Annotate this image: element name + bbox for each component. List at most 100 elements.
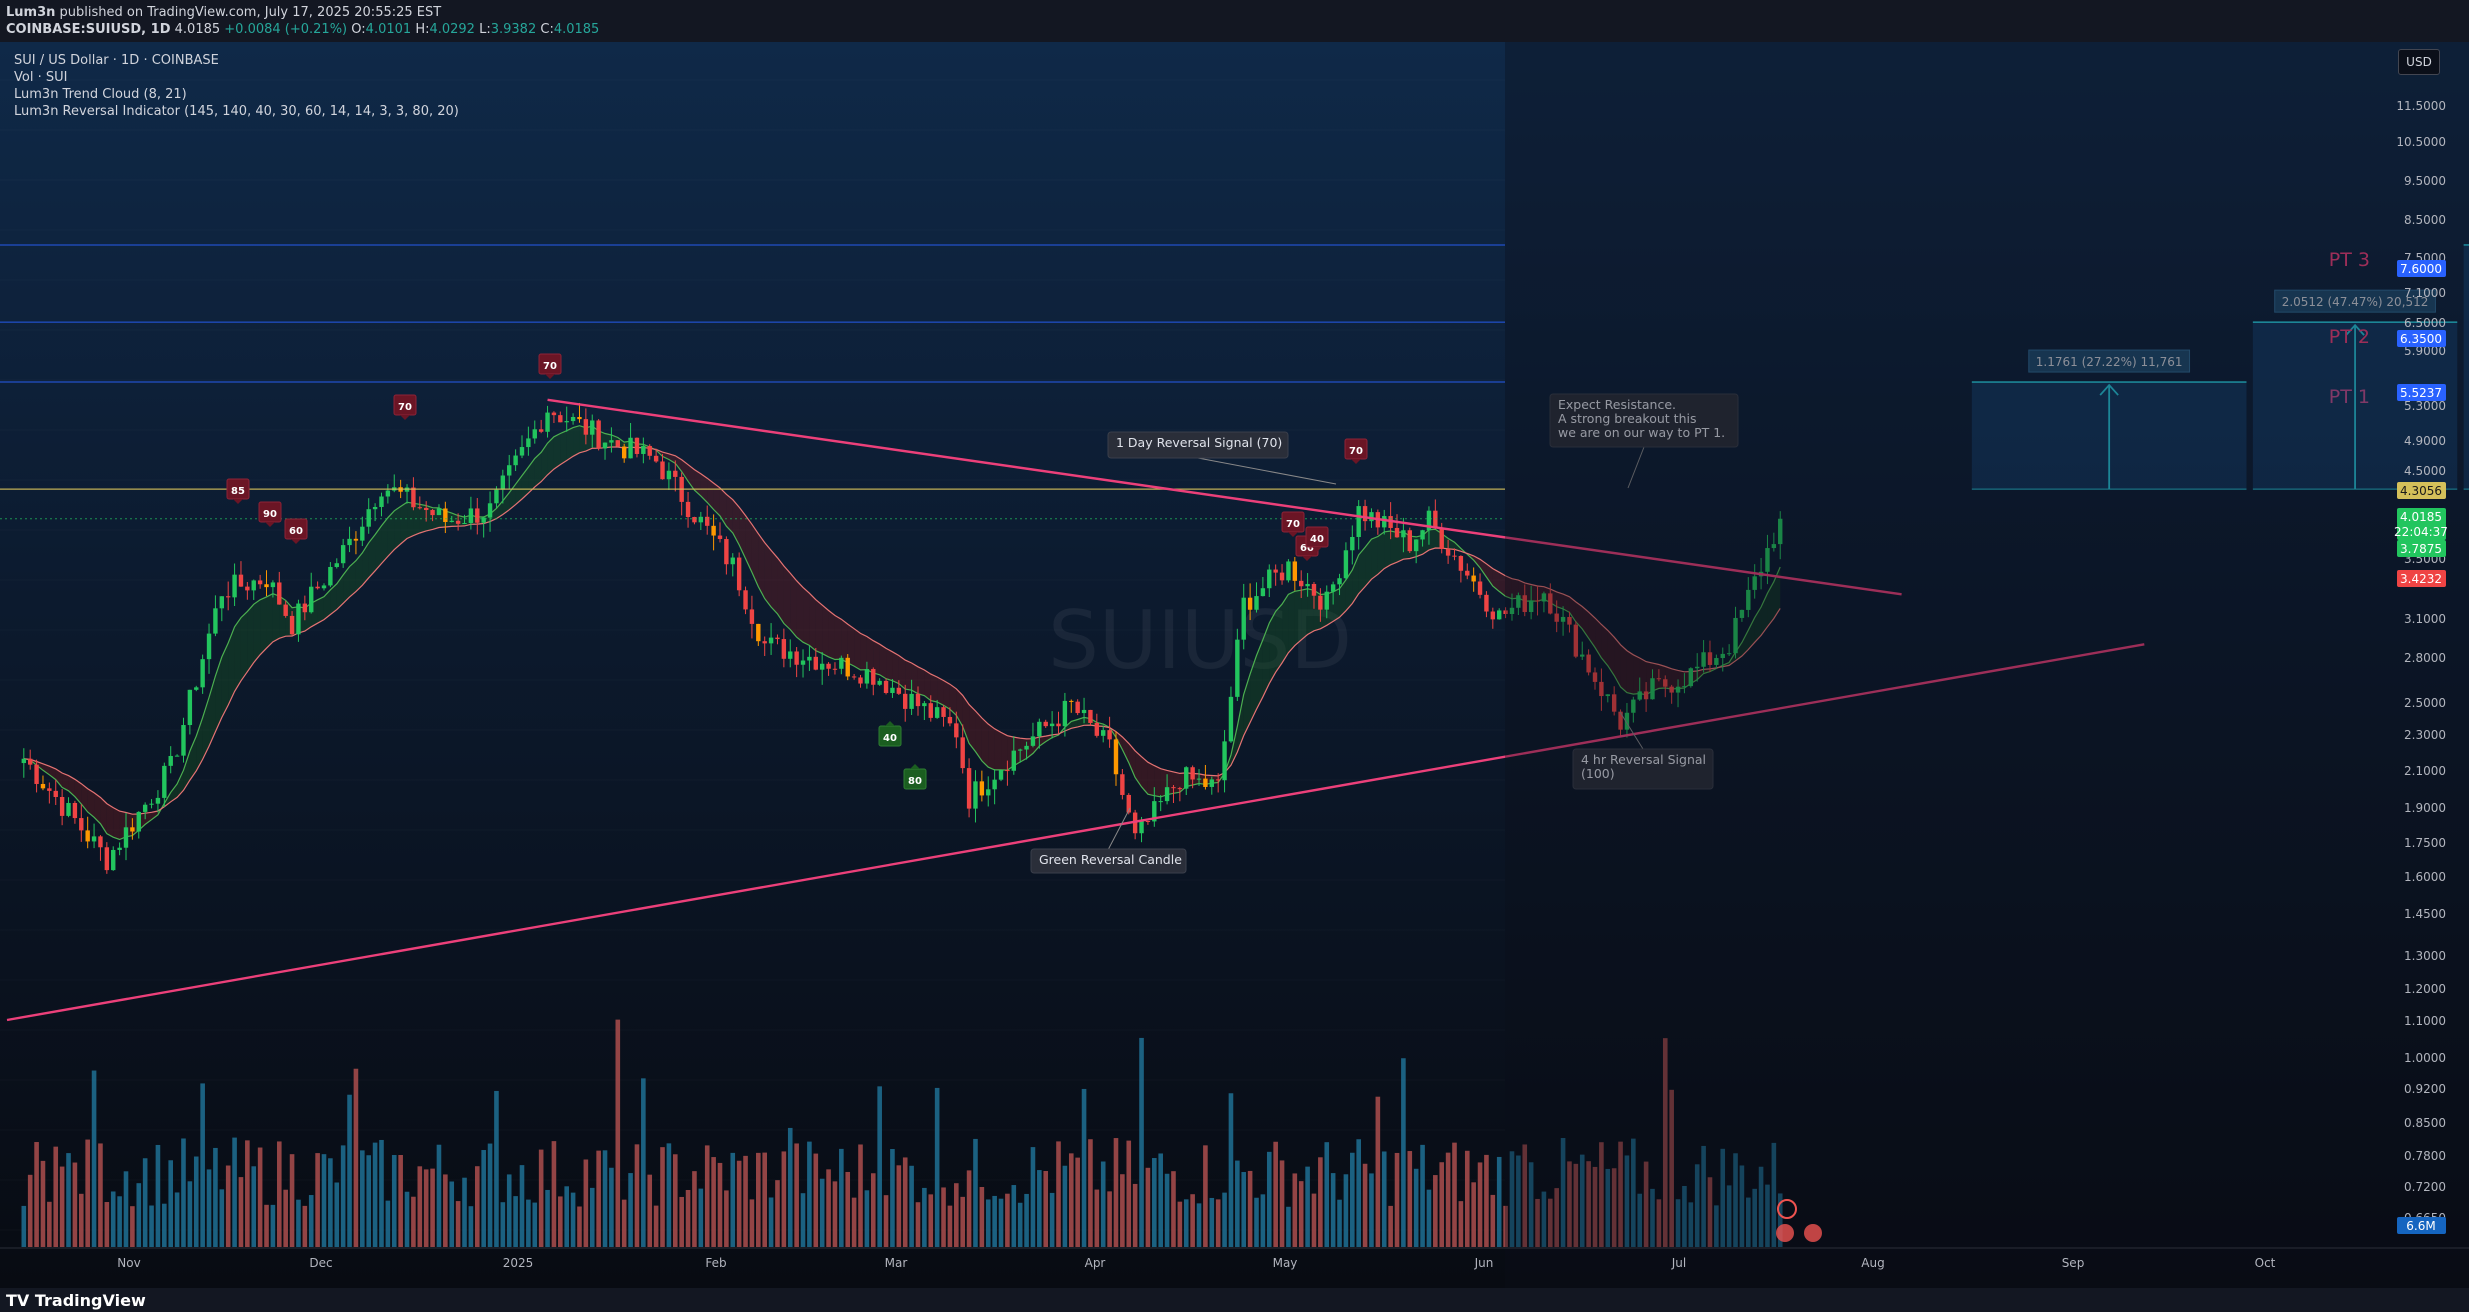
volume-bar: [1464, 1150, 1470, 1247]
candle-body: [1273, 569, 1278, 573]
candle-body: [59, 796, 65, 816]
volume-bar: [1458, 1201, 1464, 1247]
signal-marker-label: 40: [1310, 534, 1324, 545]
volume-bar: [787, 1127, 793, 1247]
candle-body: [883, 680, 889, 693]
volume-bar: [1158, 1153, 1163, 1247]
candle-body: [315, 586, 320, 589]
volume-bar: [1235, 1160, 1240, 1247]
candle-body: [839, 657, 844, 669]
candle-body: [851, 676, 857, 678]
volume-bar: [59, 1166, 65, 1247]
legend-trend-cloud[interactable]: Lum3n Trend Cloud (8, 21): [14, 86, 459, 103]
legend-volume[interactable]: Vol · SUI: [14, 69, 459, 86]
open-value: 4.0101: [365, 22, 412, 37]
legend-title[interactable]: SUI / US Dollar · 1D · COINBASE: [14, 52, 459, 69]
chart-pane[interactable]: SUIUSD 1.1761 (27.22%) 11,761 PT 1 2.0512 …: [0, 42, 2469, 1288]
candle-body: [1081, 709, 1087, 714]
volume-bar: [736, 1160, 742, 1247]
candle-body: [545, 412, 550, 432]
volume-bar: [596, 1150, 601, 1247]
symbol-label: COINBASE:SUIUSD, 1D: [6, 22, 171, 37]
volume-bar: [743, 1155, 748, 1247]
volume-bar: [213, 1147, 218, 1247]
currency-button[interactable]: USD: [2398, 49, 2440, 75]
price-axis-tag-label: 3.4232: [2400, 572, 2442, 586]
volume-bar: [602, 1150, 608, 1247]
candle-body: [730, 557, 735, 565]
candle-body: [200, 659, 205, 688]
volume-bar: [1420, 1144, 1425, 1247]
volume-bar: [839, 1148, 844, 1247]
candle-body: [1062, 700, 1068, 727]
candle-body: [1484, 594, 1489, 612]
candle-body: [500, 475, 506, 490]
volume-bar: [462, 1177, 467, 1247]
volume-bar: [130, 1206, 135, 1247]
volume-bar: [340, 1145, 346, 1247]
time-tick-label: Sep: [2062, 1256, 2085, 1270]
candle-body: [768, 637, 774, 644]
price-axis[interactable]: 11.500010.50009.50008.50007.50007.10006.…: [1505, 42, 2469, 1288]
signal-marker-label: 85: [231, 486, 245, 497]
cloud-segment: [917, 666, 925, 696]
volume-bar: [724, 1190, 729, 1247]
publisher-name[interactable]: Lum3n: [6, 5, 55, 20]
candle-body: [27, 758, 33, 765]
volume-bar: [385, 1200, 391, 1247]
candle-body: [1369, 512, 1374, 522]
flag-icon[interactable]: [1804, 1224, 1822, 1242]
candle-body: [123, 827, 129, 848]
volume-bar: [85, 1139, 90, 1247]
volume-bar: [1088, 1139, 1093, 1247]
volume-bar: [1273, 1141, 1278, 1247]
candle-body: [238, 574, 244, 587]
candle-body: [992, 779, 997, 790]
candle-body: [1075, 701, 1080, 714]
price-tick-label: 1.0000: [2404, 1051, 2446, 1065]
candle-body: [915, 693, 921, 707]
cloud-segment: [790, 573, 797, 638]
legend: SUI / US Dollar · 1D · COINBASE Vol · SU…: [14, 52, 459, 120]
candle-body: [1088, 709, 1093, 723]
candle-body: [1235, 639, 1240, 697]
legend-reversal-indicator[interactable]: Lum3n Reversal Indicator (145, 140, 40, …: [14, 103, 459, 120]
candle-body: [34, 764, 39, 784]
candle-body: [417, 507, 423, 509]
candle-body: [1267, 569, 1272, 589]
volume-bar: [1139, 1037, 1144, 1247]
price-chart[interactable]: SUIUSD 1.1761 (27.22%) 11,761PT 12.0512 …: [0, 42, 2469, 1288]
price-tick-label: 7.1000: [2404, 286, 2446, 300]
cloud-segment: [1371, 536, 1378, 580]
candle-body: [583, 419, 589, 435]
candle-body: [1120, 774, 1125, 795]
price-axis-tag-label: 5.5237: [2400, 386, 2442, 400]
tradingview-logo[interactable]: 𝗧𝗩 TradingView: [6, 1291, 146, 1310]
cloud-segment: [234, 617, 241, 692]
volume-bar: [909, 1165, 914, 1247]
volume-bar: [1062, 1165, 1068, 1247]
volume-bar: [928, 1194, 934, 1247]
candle-body: [289, 615, 295, 635]
candle-body: [724, 539, 729, 565]
candle-body: [443, 508, 448, 522]
price-tick-label: 8.5000: [2404, 213, 2446, 227]
candle-body: [21, 758, 27, 764]
volume-bar: [609, 1167, 614, 1247]
volume-bar: [1452, 1142, 1457, 1247]
volume-bar: [449, 1181, 455, 1247]
flag-icon[interactable]: [1776, 1224, 1794, 1242]
volume-bar: [193, 1156, 199, 1247]
volume-bar: [934, 1087, 940, 1247]
volume-bar: [698, 1188, 704, 1247]
candle-body: [130, 827, 135, 832]
volume-bar: [1241, 1172, 1247, 1247]
volume-bar: [1043, 1171, 1049, 1247]
volume-bar: [251, 1166, 257, 1247]
volume-bar: [360, 1150, 365, 1247]
candle-body: [340, 545, 346, 564]
ohlc-line: COINBASE:SUIUSD, 1D 4.0185 +0.0084 (+0.2…: [6, 22, 599, 37]
volume-bar: [494, 1090, 499, 1247]
price-tick-label: 2.1000: [2404, 764, 2446, 778]
candle-body: [1471, 575, 1476, 582]
